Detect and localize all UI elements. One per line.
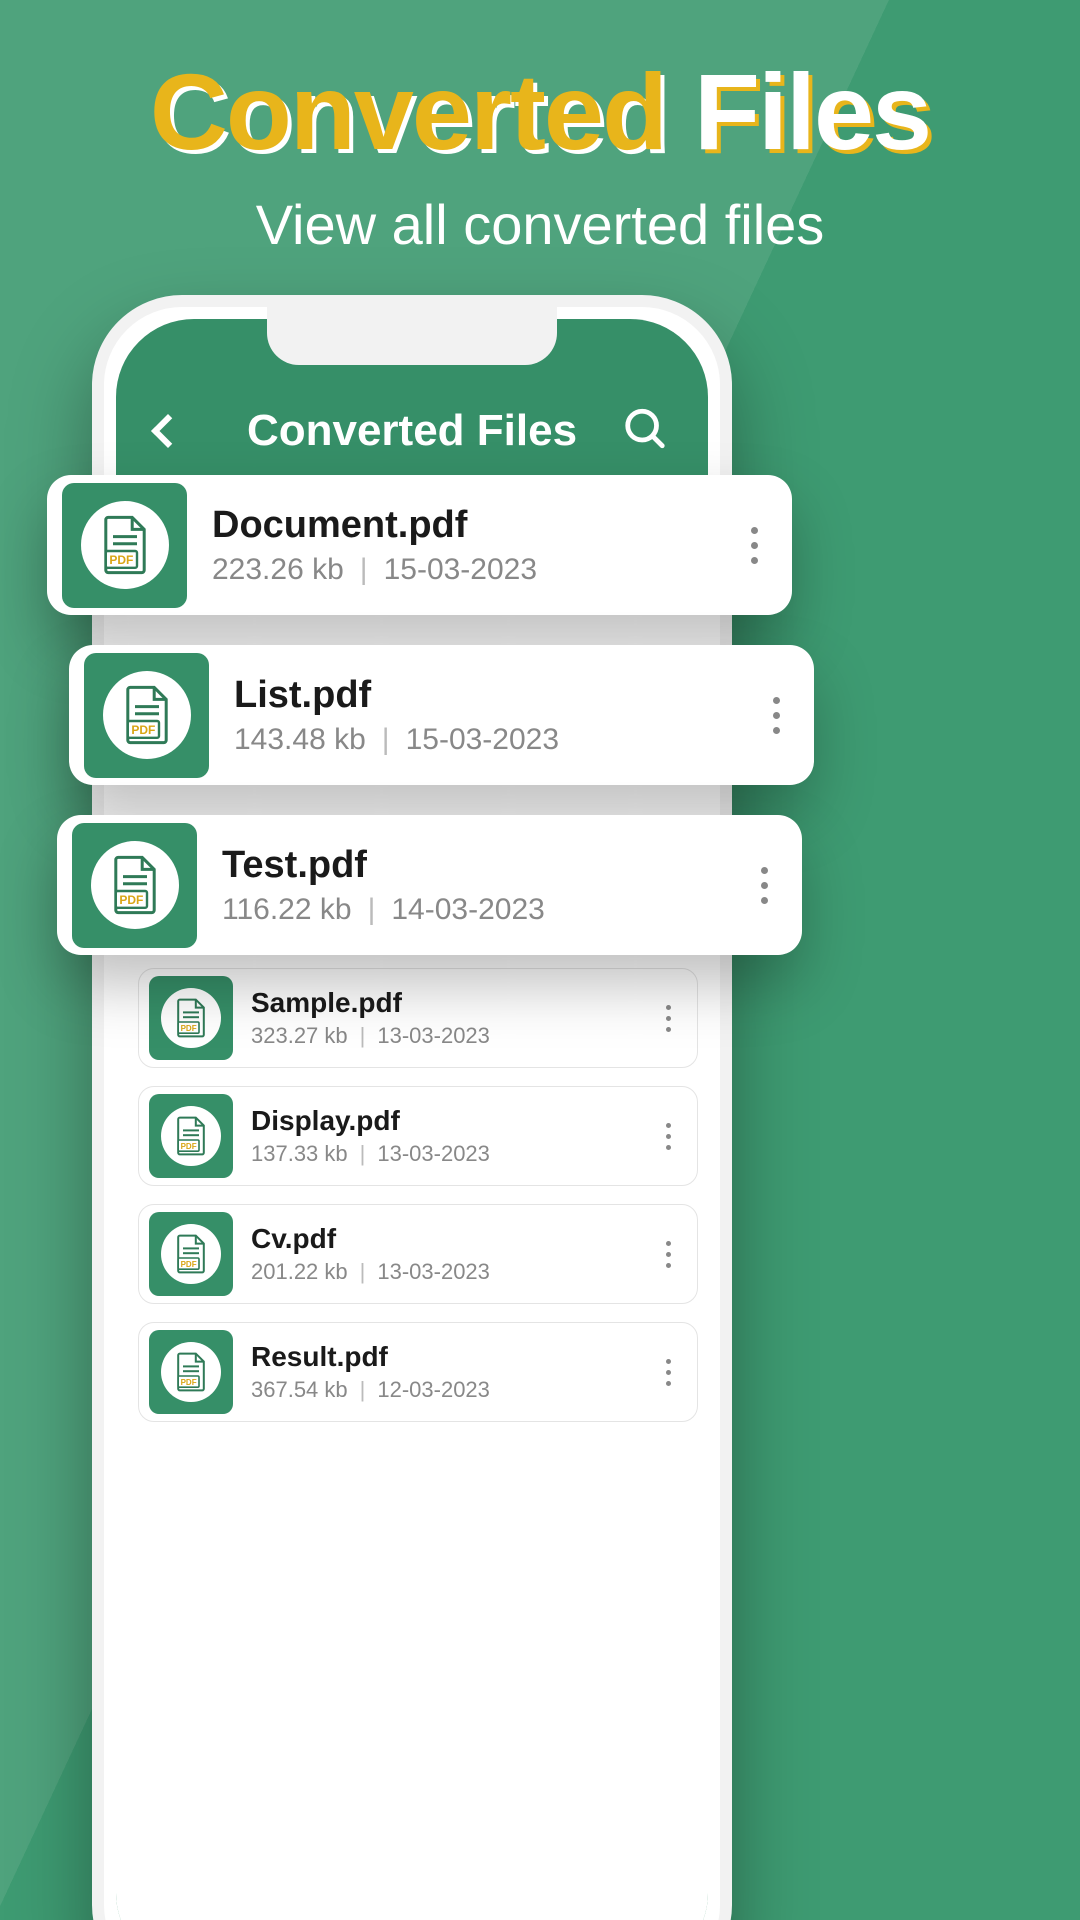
file-size: 116.22 kb bbox=[222, 893, 352, 927]
hero-subtitle: View all converted files bbox=[0, 192, 1080, 257]
pdf-icon bbox=[174, 998, 208, 1038]
file-size: 367.54 kb bbox=[251, 1377, 348, 1403]
file-info: Test.pdf 116.22 kb | 14-03-2023 bbox=[222, 844, 734, 927]
file-meta: 201.22 kb | 13-03-2023 bbox=[251, 1259, 647, 1285]
file-meta: 323.27 kb | 13-03-2023 bbox=[251, 1023, 647, 1049]
featured-stack: Document.pdf 223.26 kb | 15-03-2023 List… bbox=[47, 475, 792, 955]
pdf-icon bbox=[122, 685, 172, 745]
file-info: Cv.pdf 201.22 kb | 13-03-2023 bbox=[251, 1223, 647, 1285]
file-name: Result.pdf bbox=[251, 1341, 647, 1373]
file-meta: 143.48 kb | 15-03-2023 bbox=[234, 723, 746, 757]
file-card[interactable]: Cv.pdf 201.22 kb | 13-03-2023 bbox=[138, 1204, 698, 1304]
file-meta: 116.22 kb | 14-03-2023 bbox=[222, 893, 734, 927]
app-bar: Converted Files bbox=[116, 381, 708, 481]
more-icon[interactable] bbox=[734, 527, 774, 564]
file-size: 323.27 kb bbox=[251, 1023, 348, 1049]
pdf-icon bbox=[110, 855, 160, 915]
pdf-icon bbox=[174, 1234, 208, 1274]
search-icon[interactable] bbox=[622, 406, 668, 457]
file-size: 201.22 kb bbox=[251, 1259, 348, 1285]
more-icon[interactable] bbox=[653, 1359, 683, 1386]
file-size: 137.33 kb bbox=[251, 1141, 348, 1167]
phone-notch bbox=[267, 305, 557, 365]
file-date: 12-03-2023 bbox=[377, 1377, 490, 1403]
file-info: Result.pdf 367.54 kb | 12-03-2023 bbox=[251, 1341, 647, 1403]
app-bar-title: Converted Files bbox=[247, 406, 577, 456]
hero: Converted Files View all converted files bbox=[0, 0, 1080, 257]
pdf-icon bbox=[100, 515, 150, 575]
file-info: List.pdf 143.48 kb | 15-03-2023 bbox=[234, 674, 746, 757]
file-name: Cv.pdf bbox=[251, 1223, 647, 1255]
file-meta: 367.54 kb | 12-03-2023 bbox=[251, 1377, 647, 1403]
file-meta: 137.33 kb | 13-03-2023 bbox=[251, 1141, 647, 1167]
file-list: Sample.pdf 323.27 kb | 13-03-2023 Displa… bbox=[138, 968, 698, 1422]
file-name: Test.pdf bbox=[222, 844, 734, 887]
file-date: 13-03-2023 bbox=[377, 1023, 490, 1049]
pdf-thumbnail bbox=[62, 483, 187, 608]
more-icon[interactable] bbox=[744, 867, 784, 904]
meta-separator: | bbox=[382, 723, 390, 757]
file-name: Sample.pdf bbox=[251, 987, 647, 1019]
file-card[interactable]: Display.pdf 137.33 kb | 13-03-2023 bbox=[138, 1086, 698, 1186]
file-info: Document.pdf 223.26 kb | 15-03-2023 bbox=[212, 504, 724, 587]
file-date: 13-03-2023 bbox=[377, 1141, 490, 1167]
meta-separator: | bbox=[368, 893, 376, 927]
file-card[interactable]: Result.pdf 367.54 kb | 12-03-2023 bbox=[138, 1322, 698, 1422]
file-name: List.pdf bbox=[234, 674, 746, 717]
file-card[interactable]: Test.pdf 116.22 kb | 14-03-2023 bbox=[57, 815, 802, 955]
file-date: 15-03-2023 bbox=[384, 553, 537, 587]
meta-separator: | bbox=[360, 1259, 366, 1285]
file-name: Display.pdf bbox=[251, 1105, 647, 1137]
meta-separator: | bbox=[360, 1023, 366, 1049]
file-date: 14-03-2023 bbox=[391, 893, 544, 927]
pdf-thumbnail bbox=[149, 1330, 233, 1414]
back-icon[interactable] bbox=[151, 414, 185, 448]
pdf-icon bbox=[174, 1116, 208, 1156]
hero-title: Converted Files bbox=[0, 55, 1080, 168]
pdf-thumbnail bbox=[149, 1212, 233, 1296]
more-icon[interactable] bbox=[653, 1241, 683, 1268]
file-card[interactable]: Document.pdf 223.26 kb | 15-03-2023 bbox=[47, 475, 792, 615]
file-info: Sample.pdf 323.27 kb | 13-03-2023 bbox=[251, 987, 647, 1049]
pdf-thumbnail bbox=[72, 823, 197, 948]
more-icon[interactable] bbox=[756, 697, 796, 734]
more-icon[interactable] bbox=[653, 1123, 683, 1150]
pdf-icon bbox=[174, 1352, 208, 1392]
more-icon[interactable] bbox=[653, 1005, 683, 1032]
meta-separator: | bbox=[360, 553, 368, 587]
file-name: Document.pdf bbox=[212, 504, 724, 547]
file-meta: 223.26 kb | 15-03-2023 bbox=[212, 553, 724, 587]
file-info: Display.pdf 137.33 kb | 13-03-2023 bbox=[251, 1105, 647, 1167]
meta-separator: | bbox=[360, 1141, 366, 1167]
meta-separator: | bbox=[360, 1377, 366, 1403]
file-date: 13-03-2023 bbox=[377, 1259, 490, 1285]
hero-title-word-1: Converted bbox=[150, 51, 666, 172]
file-card[interactable]: List.pdf 143.48 kb | 15-03-2023 bbox=[69, 645, 814, 785]
pdf-thumbnail bbox=[149, 1094, 233, 1178]
pdf-thumbnail bbox=[149, 976, 233, 1060]
hero-title-word-2: Files bbox=[694, 51, 930, 172]
file-date: 15-03-2023 bbox=[406, 723, 559, 757]
pdf-thumbnail bbox=[84, 653, 209, 778]
file-card[interactable]: Sample.pdf 323.27 kb | 13-03-2023 bbox=[138, 968, 698, 1068]
file-size: 223.26 kb bbox=[212, 553, 344, 587]
file-size: 143.48 kb bbox=[234, 723, 366, 757]
